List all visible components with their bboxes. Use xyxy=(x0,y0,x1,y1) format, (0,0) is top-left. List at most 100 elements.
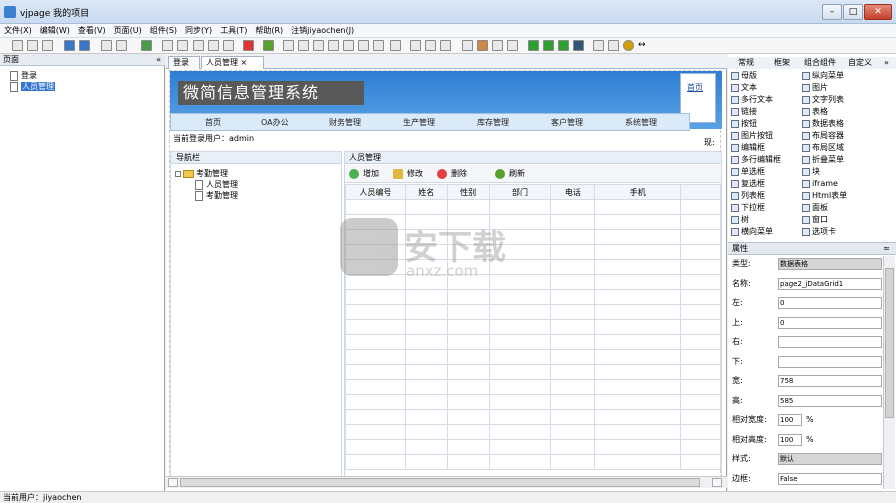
menu-help[interactable]: 帮助(R) xyxy=(251,24,287,38)
refresh-icon[interactable] xyxy=(263,40,274,51)
component-item[interactable]: 文本 xyxy=(731,83,757,92)
table-cell[interactable] xyxy=(550,439,596,455)
property-field[interactable]: 0 xyxy=(778,316,882,329)
table-cell[interactable] xyxy=(345,199,406,215)
html-icon[interactable] xyxy=(477,40,488,51)
table-row[interactable] xyxy=(345,364,721,380)
component-item[interactable]: 纵向菜单 xyxy=(802,71,844,80)
upload-icon[interactable] xyxy=(64,40,75,51)
table-row[interactable] xyxy=(345,289,721,305)
col-header[interactable]: 性别 xyxy=(446,184,490,200)
expand-icon[interactable] xyxy=(175,170,181,177)
table-cell[interactable] xyxy=(488,379,552,395)
add-button[interactable]: 增加 xyxy=(349,168,379,180)
scroll-left-icon[interactable] xyxy=(168,478,178,487)
run-all-icon[interactable] xyxy=(543,40,554,51)
preview-icon[interactable] xyxy=(462,40,473,51)
layout-icon[interactable] xyxy=(593,40,604,51)
table-cell[interactable] xyxy=(345,319,406,335)
component-item[interactable]: 数据表格 xyxy=(802,119,844,128)
table-cell[interactable] xyxy=(488,424,552,440)
new-icon[interactable] xyxy=(12,40,23,51)
table-cell[interactable] xyxy=(488,394,552,410)
table-cell[interactable] xyxy=(594,394,682,410)
delete-button[interactable]: 删除 xyxy=(437,168,467,180)
table-cell[interactable] xyxy=(446,289,490,305)
table-cell[interactable] xyxy=(680,454,721,470)
target-icon[interactable] xyxy=(623,40,634,51)
col-header[interactable]: 姓名 xyxy=(404,184,448,200)
table-row[interactable] xyxy=(345,409,721,425)
menu-view[interactable]: 查看(V) xyxy=(74,24,110,38)
table-cell[interactable] xyxy=(680,274,721,290)
table-cell[interactable] xyxy=(446,454,490,470)
align-right-icon[interactable] xyxy=(313,40,324,51)
table-cell[interactable] xyxy=(404,349,448,365)
table-cell[interactable] xyxy=(488,289,552,305)
table-cell[interactable] xyxy=(594,319,682,335)
property-field[interactable]: 数据表格 xyxy=(778,258,882,270)
table-cell[interactable] xyxy=(594,364,682,380)
component-item[interactable]: 横向菜单 xyxy=(731,227,773,236)
table-row[interactable] xyxy=(345,334,721,350)
table-row[interactable] xyxy=(345,439,721,455)
minimize-button[interactable]: – xyxy=(822,4,842,20)
component-item[interactable]: 按钮 xyxy=(731,119,757,128)
table-cell[interactable] xyxy=(594,244,682,260)
home-link[interactable]: 首页 xyxy=(687,82,703,93)
table-cell[interactable] xyxy=(488,334,552,350)
component-item[interactable]: 选项卡 xyxy=(802,227,836,236)
table-cell[interactable] xyxy=(488,319,552,335)
table-cell[interactable] xyxy=(446,394,490,410)
col-header[interactable]: 手机 xyxy=(594,184,682,200)
table-cell[interactable] xyxy=(345,334,406,350)
undo-icon[interactable] xyxy=(162,40,173,51)
property-field[interactable]: 默认 xyxy=(778,453,882,465)
table-cell[interactable] xyxy=(345,304,406,320)
component-item[interactable]: 编辑框 xyxy=(731,143,765,152)
grid-icon[interactable] xyxy=(440,40,451,51)
table-cell[interactable] xyxy=(488,439,552,455)
table-cell[interactable] xyxy=(594,229,682,245)
publish-icon[interactable] xyxy=(141,40,152,51)
menu-edit[interactable]: 编辑(W) xyxy=(36,24,74,38)
scroll-thumb[interactable] xyxy=(180,478,700,487)
table-cell[interactable] xyxy=(550,364,596,380)
save-all-icon[interactable] xyxy=(116,40,127,51)
component-item[interactable]: 块 xyxy=(802,167,820,176)
word-icon[interactable] xyxy=(492,40,503,51)
nav-customer[interactable]: 客户管理 xyxy=(551,117,583,128)
same-height-icon[interactable] xyxy=(390,40,401,51)
property-field[interactable] xyxy=(778,336,882,348)
table-cell[interactable] xyxy=(488,349,552,365)
component-item[interactable]: 列表框 xyxy=(731,191,765,200)
table-cell[interactable] xyxy=(404,304,448,320)
component-item[interactable]: Html表单 xyxy=(802,191,847,200)
table-cell[interactable] xyxy=(680,334,721,350)
property-field[interactable]: False xyxy=(778,472,882,485)
run-icon[interactable] xyxy=(528,40,539,51)
h-space-icon[interactable] xyxy=(410,40,421,51)
table-cell[interactable] xyxy=(345,394,406,410)
menu-page[interactable]: 页面(U) xyxy=(110,24,146,38)
table-cell[interactable] xyxy=(550,379,596,395)
tree-root[interactable]: 考勤管理 xyxy=(175,168,228,179)
component-item[interactable]: 链接 xyxy=(731,107,757,116)
nav-inventory[interactable]: 库存管理 xyxy=(477,117,509,128)
debug-icon[interactable] xyxy=(573,40,584,51)
table-cell[interactable] xyxy=(446,349,490,365)
nav-production[interactable]: 生产管理 xyxy=(403,117,435,128)
table-cell[interactable] xyxy=(345,364,406,380)
nav-oa[interactable]: OA办公 xyxy=(261,117,289,128)
tab-frame[interactable]: 框架 xyxy=(774,57,790,69)
cut-icon[interactable] xyxy=(193,40,204,51)
table-cell[interactable] xyxy=(550,199,596,215)
component-item[interactable]: 树 xyxy=(731,215,749,224)
component-item[interactable]: 文字列表 xyxy=(802,95,844,104)
table-cell[interactable] xyxy=(404,319,448,335)
table-cell[interactable] xyxy=(446,334,490,350)
component-item[interactable]: 复选框 xyxy=(731,179,765,188)
table-cell[interactable] xyxy=(594,304,682,320)
table-cell[interactable] xyxy=(680,439,721,455)
table-cell[interactable] xyxy=(345,439,406,455)
